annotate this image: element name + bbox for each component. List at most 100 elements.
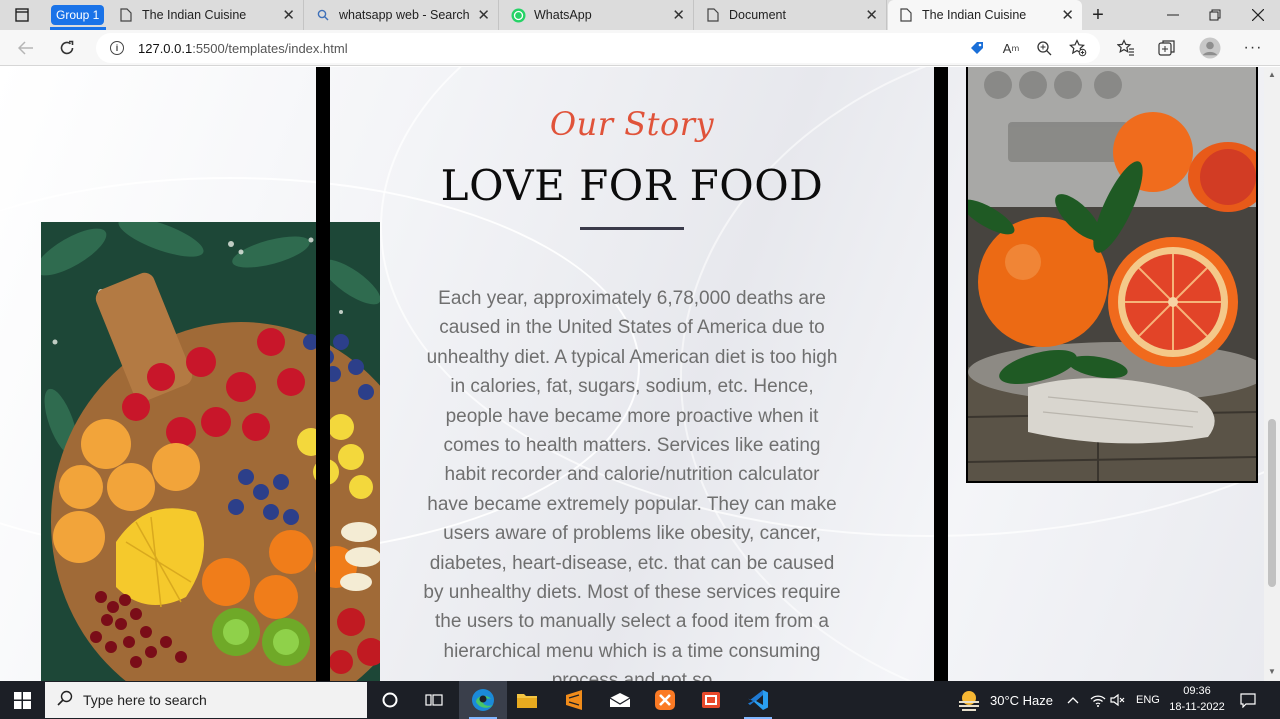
task-view-button[interactable]: [410, 681, 458, 719]
divider-bar-right: [934, 67, 948, 681]
tab-group-chip[interactable]: Group 1: [51, 5, 105, 25]
office-app[interactable]: [687, 681, 735, 719]
volume-control[interactable]: [1110, 681, 1126, 719]
scroll-down-icon[interactable]: ▼: [1268, 667, 1276, 676]
tab-title: The Indian Cuisine: [142, 8, 247, 22]
title-underline: [580, 227, 684, 230]
close-icon[interactable]: ✕: [477, 6, 490, 24]
speaker-muted-icon: [1110, 693, 1125, 707]
task-view-icon: [425, 694, 443, 706]
vscode-app[interactable]: [734, 681, 782, 719]
url-field[interactable]: i 127.0.0.1:5500/templates/index.html: [96, 33, 1100, 63]
weather-widget[interactable]: 30°C Haze: [956, 681, 1053, 719]
read-aloud-icon[interactable]: Aⅿ: [1000, 37, 1022, 59]
clock-time: 09:36: [1183, 685, 1211, 697]
our-story-section: Our Story LOVE FOR FOOD Each year, appro…: [330, 67, 934, 681]
page-viewport: Our Story LOVE FOR FOOD Each year, appro…: [0, 67, 1264, 681]
edge-icon: [472, 689, 494, 711]
arrow-left-icon: [18, 41, 33, 55]
scrollbar-thumb[interactable]: [1268, 419, 1276, 587]
add-favorite-icon[interactable]: [1067, 37, 1089, 59]
system-clock[interactable]: 09:36 18-11-2022: [1168, 683, 1226, 715]
close-icon[interactable]: ✕: [672, 6, 685, 24]
favorites-icon[interactable]: [1115, 37, 1137, 59]
windows-taskbar: Type here to search 30°C Haze ENG 09:36 …: [0, 681, 1280, 719]
info-icon[interactable]: i: [110, 41, 124, 55]
new-tab-button[interactable]: +: [1084, 0, 1112, 30]
scroll-up-icon[interactable]: ▲: [1268, 70, 1276, 79]
tab-indian-cuisine-active[interactable]: The Indian Cuisine ✕: [888, 0, 1082, 30]
office-icon: [702, 692, 720, 708]
sublime-icon: [566, 690, 582, 710]
close-icon: [1252, 9, 1264, 21]
sublime-app[interactable]: [550, 681, 598, 719]
tab-title: The Indian Cuisine: [922, 8, 1027, 22]
tab-title: WhatsApp: [534, 8, 592, 22]
url-host: 127.0.0.1: [138, 40, 193, 56]
close-icon[interactable]: ✕: [865, 6, 878, 24]
tab-actions-button[interactable]: [0, 0, 44, 30]
minimize-button[interactable]: [1152, 0, 1194, 30]
windows-logo-icon: [13, 691, 31, 709]
network-status[interactable]: [1090, 681, 1106, 719]
notifications-button[interactable]: [1240, 681, 1256, 719]
refresh-button[interactable]: [53, 34, 81, 62]
edge-app[interactable]: [459, 681, 507, 719]
divider-bar-left: [316, 67, 330, 681]
xampp-icon: [655, 690, 675, 710]
minimize-icon: [1167, 14, 1179, 16]
start-button[interactable]: [0, 681, 44, 719]
zoom-icon[interactable]: [1033, 37, 1055, 59]
file-explorer-app[interactable]: [503, 681, 551, 719]
search-icon: [315, 7, 331, 23]
page-icon: [898, 7, 914, 23]
wifi-icon: [1090, 695, 1106, 707]
vscode-icon: [748, 690, 768, 710]
restore-icon: [1209, 9, 1221, 21]
mail-app[interactable]: [596, 681, 644, 719]
chevron-up-icon: [1067, 697, 1079, 704]
address-toolbar: i 127.0.0.1:5500/templates/index.html Aⅿ…: [0, 30, 1280, 66]
tab-document[interactable]: Document ✕: [695, 0, 887, 30]
xampp-app[interactable]: [641, 681, 689, 719]
back-button[interactable]: [12, 34, 40, 62]
section-title: LOVE FOR FOOD: [440, 161, 824, 210]
close-icon[interactable]: ✕: [282, 6, 295, 24]
refresh-icon: [60, 40, 74, 55]
blood-orange-image: [966, 67, 1258, 483]
tab-title: whatsapp web - Search: [339, 8, 470, 22]
taskbar-search[interactable]: Type here to search: [45, 682, 367, 718]
page-icon: [705, 7, 721, 23]
search-icon: [57, 690, 73, 711]
tab-whatsapp-search[interactable]: whatsapp web - Search ✕: [305, 0, 499, 30]
url-path: :5500/templates/index.html: [192, 40, 348, 56]
search-placeholder: Type here to search: [83, 692, 207, 708]
folder-icon: [517, 694, 537, 708]
page-icon: [118, 7, 134, 23]
tab-title: Document: [729, 8, 786, 22]
tag-icon[interactable]: [966, 37, 988, 59]
tab-bar: Group 1 The Indian Cuisine ✕ whatsapp we…: [0, 0, 1280, 30]
collections-icon[interactable]: [1156, 37, 1178, 59]
story-paragraph: Each year, approximately 6,78,000 deaths…: [423, 288, 841, 681]
notification-icon: [1240, 693, 1256, 708]
tab-whatsapp[interactable]: WhatsApp ✕: [500, 0, 694, 30]
tab-indian-cuisine-1[interactable]: The Indian Cuisine ✕: [108, 0, 304, 30]
mail-icon: [609, 693, 631, 707]
cortana-icon: [382, 692, 398, 708]
haze-weather-icon: [959, 691, 979, 711]
page-scrollbar[interactable]: ▲ ▼: [1264, 67, 1280, 681]
tab-actions-icon: [15, 8, 29, 22]
close-icon[interactable]: ✕: [1061, 6, 1074, 24]
whatsapp-icon: [510, 7, 526, 23]
section-kicker: Our Story: [549, 105, 715, 143]
weather-text: 30°C Haze: [990, 692, 1054, 708]
cortana-button[interactable]: [366, 681, 414, 719]
restore-button[interactable]: [1194, 0, 1236, 30]
language-indicator[interactable]: ENG: [1136, 681, 1160, 719]
profile-avatar-icon[interactable]: [1199, 37, 1221, 59]
clock-date: 18-11-2022: [1169, 701, 1225, 713]
more-menu-icon[interactable]: ···: [1242, 37, 1264, 59]
show-hidden-icons[interactable]: [1067, 681, 1079, 719]
close-window-button[interactable]: [1237, 0, 1279, 30]
